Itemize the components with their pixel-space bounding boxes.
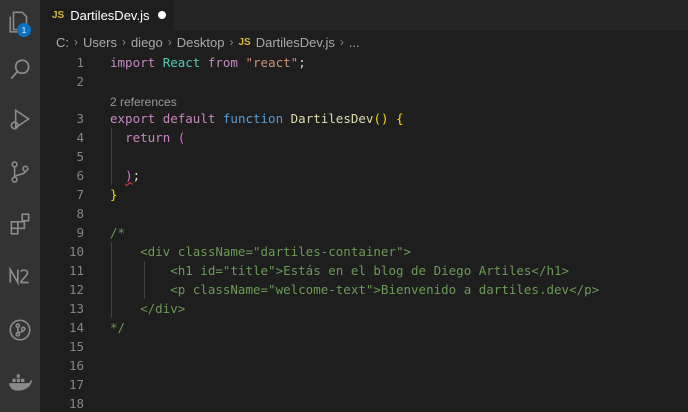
git-graph-icon[interactable]: [0, 310, 40, 350]
explorer-icon[interactable]: 1: [0, 2, 40, 42]
line-number: 12: [68, 282, 84, 297]
line-number-gutter: 1 2 3 4 5 6 7 8 9 10 11 12 13 14 15 16 1…: [40, 52, 90, 412]
line-number: 18: [68, 396, 84, 411]
js-file-icon: JS: [52, 9, 65, 21]
line-number: 3: [76, 111, 84, 126]
breadcrumb-user[interactable]: diego: [131, 35, 163, 50]
line-number: 4: [76, 130, 84, 145]
line-number: 11: [68, 263, 84, 278]
line-number: 17: [68, 377, 84, 392]
breadcrumb-more[interactable]: ...: [349, 35, 360, 50]
code-line-10: <div className="dartiles-container">: [110, 244, 412, 259]
line-number: 14: [68, 320, 84, 335]
source-control-icon[interactable]: [0, 152, 40, 192]
code-line-12: <p className="welcome-text">Bienvenido a…: [110, 282, 600, 297]
line-number: 1: [76, 55, 84, 70]
js-file-icon: JS: [238, 36, 251, 48]
chevron-right-icon: ›: [121, 35, 126, 49]
code-line-11: <h1 id="title">Estás en el blog de Diego…: [110, 263, 570, 278]
code-line-1: import React from "react";: [110, 55, 306, 70]
breadcrumb-drive[interactable]: C:: [56, 35, 69, 50]
line-number: 2: [76, 74, 84, 89]
breadcrumb-users[interactable]: Users: [83, 35, 117, 50]
activity-bar: 1: [0, 0, 40, 412]
breadcrumb-file[interactable]: DartilesDev.js: [256, 35, 335, 50]
line-number: 5: [76, 149, 84, 164]
chevron-right-icon: ›: [339, 35, 344, 49]
line-number: 10: [68, 244, 84, 259]
line-number: 7: [76, 187, 84, 202]
code-line-14: */: [110, 320, 126, 335]
chevron-right-icon: ›: [229, 35, 234, 49]
line-number: 9: [76, 225, 84, 240]
search-icon[interactable]: [0, 50, 40, 90]
code-editor[interactable]: 1 2 3 4 5 6 7 8 9 10 11 12 13 14 15 16 1…: [40, 52, 688, 412]
code-line-3: export default function DartilesDev() {: [110, 111, 404, 126]
breadcrumb: C: › Users › diego › Desktop › JS Dartil…: [56, 33, 360, 51]
codelens-references[interactable]: 2 references: [110, 94, 177, 110]
code-line-9: /*: [110, 225, 126, 240]
breadcrumb-desktop[interactable]: Desktop: [177, 35, 225, 50]
code-line-13: </div>: [110, 301, 186, 316]
line-number: 16: [68, 358, 84, 373]
code-line-4: return (: [125, 130, 186, 145]
code-line-6: );: [125, 168, 141, 183]
tab-dartilesdev[interactable]: JS DartilesDev.js: [40, 0, 174, 30]
error-squiggle: ): [125, 168, 133, 183]
tab-strip: JS DartilesDev.js: [40, 0, 688, 30]
docker-icon[interactable]: [0, 362, 40, 402]
run-debug-icon[interactable]: [0, 100, 40, 140]
chevron-right-icon: ›: [167, 35, 172, 49]
n2-icon[interactable]: [0, 256, 40, 296]
code-line-7: }: [110, 187, 118, 202]
unsaved-dot-icon[interactable]: [158, 11, 167, 19]
line-number: 6: [76, 168, 84, 183]
line-number: 13: [68, 301, 84, 316]
extensions-icon[interactable]: [0, 204, 40, 244]
explorer-badge: 1: [17, 23, 31, 37]
chevron-right-icon: ›: [74, 35, 78, 49]
line-number: 15: [68, 339, 84, 354]
line-number: 8: [76, 206, 84, 221]
tab-label: DartilesDev.js: [70, 7, 150, 23]
